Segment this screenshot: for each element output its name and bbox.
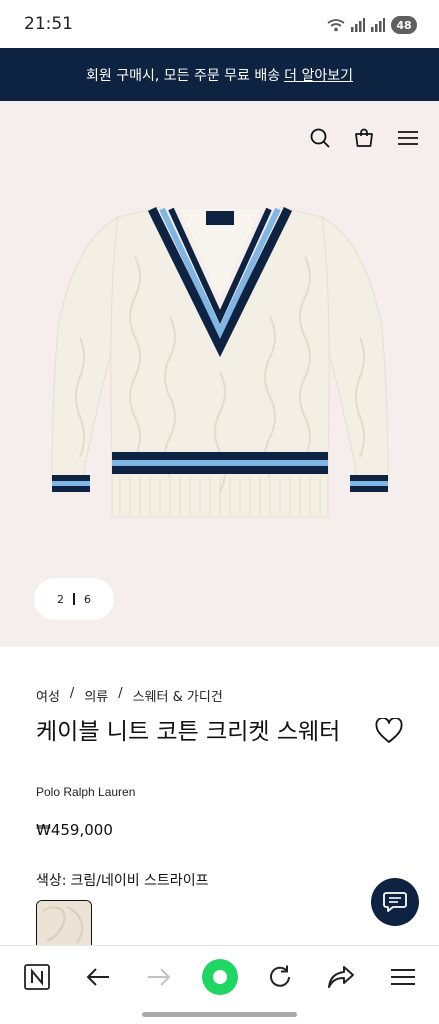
share-button[interactable] (326, 962, 356, 992)
pager-total: 6 (84, 592, 91, 606)
search-button[interactable] (309, 127, 331, 149)
breadcrumb-item-clothing[interactable]: 의류 (84, 686, 108, 705)
color-value: 크림/네이비 스트라이프 (70, 873, 209, 889)
shopping-bag-button[interactable] (353, 127, 375, 149)
naver-n-icon (24, 964, 50, 990)
breadcrumb-separator: / (118, 686, 123, 701)
back-arrow-icon (86, 968, 109, 986)
product-price: ₩459,000 (36, 821, 113, 839)
pager-separator (73, 593, 75, 605)
refresh-button[interactable] (265, 962, 295, 992)
brand-name[interactable]: Polo Ralph Lauren (36, 785, 135, 799)
status-time: 21:51 (24, 14, 73, 34)
naver-home-button[interactable] (22, 962, 52, 992)
header-tools (309, 127, 419, 149)
wifi-icon (327, 19, 345, 32)
signal-icon-2 (371, 18, 385, 32)
refresh-icon (270, 965, 290, 987)
breadcrumb: 여성 / 의류 / 스웨터 & 가디건 (36, 686, 223, 705)
heart-icon (375, 717, 403, 743)
pager-current: 2 (57, 592, 64, 606)
wishlist-button[interactable] (375, 717, 403, 744)
breadcrumb-item-women[interactable]: 여성 (36, 686, 60, 705)
menu-icon (398, 131, 418, 145)
chat-icon (383, 892, 407, 912)
forward-button[interactable] (144, 962, 174, 992)
color-label: 색상: (36, 873, 67, 889)
color-swatch-cream[interactable] (36, 900, 92, 946)
color-selection: 색상: 크림/네이비 스트라이프 (36, 870, 208, 890)
status-icons: 48 (327, 15, 417, 35)
share-icon (328, 966, 354, 988)
promo-learn-more-link[interactable]: 더 알아보기 (284, 65, 353, 85)
menu-button[interactable] (397, 127, 419, 149)
browser-menu-button[interactable] (388, 962, 418, 992)
shopping-bag-icon (355, 128, 373, 147)
product-title: 케이블 니트 코튼 크리켓 스웨터 (36, 719, 341, 745)
back-button[interactable] (83, 962, 113, 992)
breadcrumb-separator: / (69, 686, 75, 701)
signal-icon (351, 18, 365, 32)
chat-button[interactable] (371, 878, 419, 926)
green-home-button[interactable] (202, 959, 238, 995)
search-icon (310, 128, 330, 148)
image-pager: 2 6 (34, 578, 114, 620)
product-hero: 2 6 (0, 101, 439, 647)
menu-icon (391, 969, 415, 985)
promo-text: 회원 구매시, 모든 주문 무료 배송 (86, 67, 281, 84)
home-dot-icon (202, 959, 238, 995)
promo-banner: 회원 구매시, 모든 주문 무료 배송 더 알아보기 (0, 48, 439, 101)
battery-icon: 48 (391, 16, 417, 34)
forward-arrow-icon (148, 968, 171, 986)
product-image[interactable] (40, 197, 400, 557)
swatch-image (37, 901, 91, 946)
home-indicator[interactable] (142, 1012, 297, 1017)
breadcrumb-item-sweaters[interactable]: 스웨터 & 가디건 (133, 686, 223, 705)
status-bar: 21:51 48 (0, 0, 439, 48)
